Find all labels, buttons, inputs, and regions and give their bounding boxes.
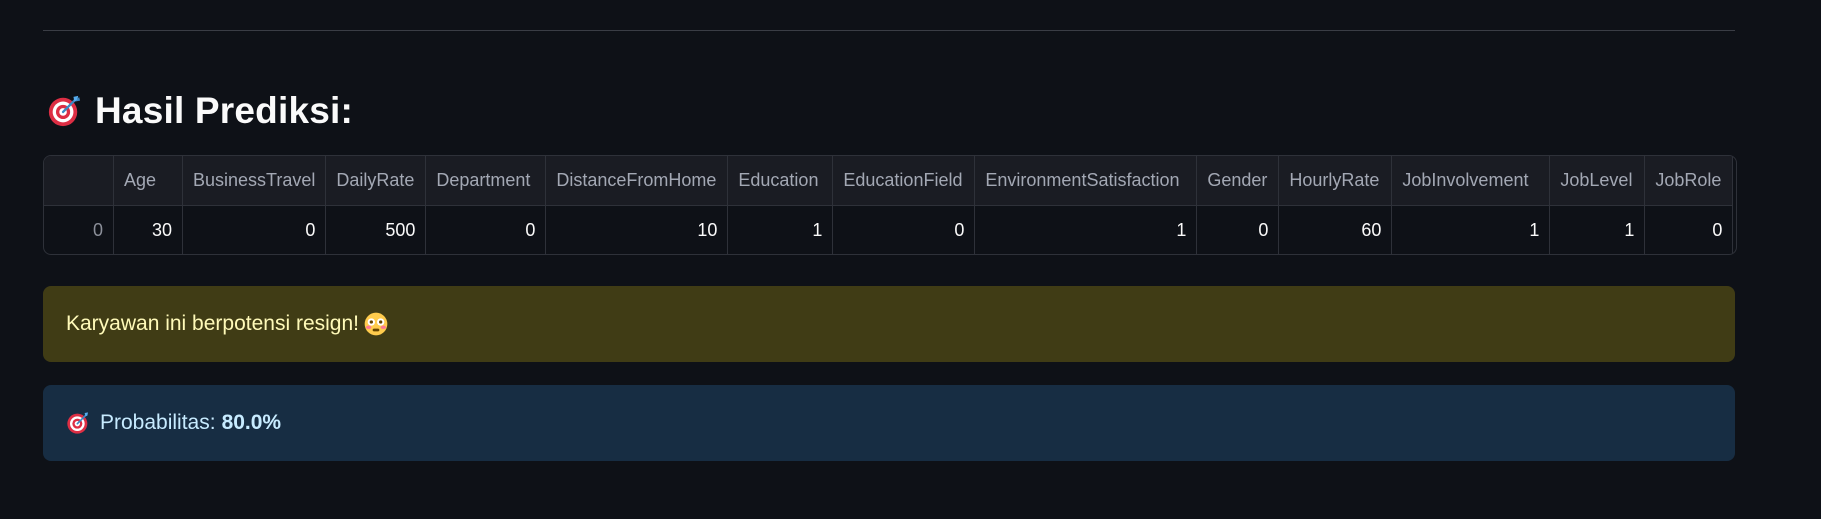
cell-hourlyrate[interactable]: 60 xyxy=(1278,205,1393,254)
cell-environmentsatisfaction[interactable]: 1 xyxy=(974,205,1198,254)
cell-dailyrate[interactable]: 500 xyxy=(325,205,427,254)
target-icon xyxy=(66,411,90,435)
column-header-dailyrate[interactable]: DailyRate xyxy=(325,156,427,206)
column-header-hourlyrate[interactable]: HourlyRate xyxy=(1278,156,1393,206)
cell-age[interactable]: 30 xyxy=(113,205,183,254)
table-row: 0 30 0 500 0 10 1 0 1 0 60 1 1 0 xyxy=(44,205,1734,254)
page-title: Hasil Prediksi: xyxy=(47,88,353,134)
column-header-environmentsatisfaction[interactable]: EnvironmentSatisfaction xyxy=(974,156,1198,206)
table-header-row: Age BusinessTravel DailyRate Department … xyxy=(44,156,1734,206)
column-header-index[interactable] xyxy=(44,156,114,206)
probability-value: 80.0% xyxy=(221,411,282,434)
target-icon xyxy=(47,94,81,128)
cell-gender[interactable]: 0 xyxy=(1196,205,1280,254)
cell-businesstravel[interactable]: 0 xyxy=(182,205,327,254)
page-title-text: Hasil Prediksi: xyxy=(95,90,354,131)
warning-text: Karyawan ini berpotensi resign! xyxy=(66,312,359,335)
column-header-distancefromhome[interactable]: DistanceFromHome xyxy=(545,156,729,206)
dataframe-table[interactable]: Age BusinessTravel DailyRate Department … xyxy=(43,155,1737,255)
cell-distancefromhome[interactable]: 10 xyxy=(545,205,729,254)
column-header-educationfield[interactable]: EducationField xyxy=(832,156,976,206)
cell-jobrole[interactable]: 0 xyxy=(1644,205,1734,254)
app-page: Hasil Prediksi: Age BusinessTravel Daily… xyxy=(0,0,1821,519)
cell-education[interactable]: 1 xyxy=(727,205,834,254)
probability-label: Probabilitas: xyxy=(100,411,216,434)
info-alert: Probabilitas: 80.0% xyxy=(43,385,1735,461)
column-header-jobrole[interactable]: JobRole xyxy=(1644,156,1734,206)
column-header-department[interactable]: Department xyxy=(425,156,547,206)
column-header-jobinvolvement[interactable]: JobInvolvement xyxy=(1391,156,1551,206)
column-header-joblevel[interactable]: JobLevel xyxy=(1549,156,1646,206)
flushed-face-icon xyxy=(364,312,388,336)
cell-department[interactable]: 0 xyxy=(425,205,547,254)
data-table: Age BusinessTravel DailyRate Department … xyxy=(44,156,1734,254)
warning-alert: Karyawan ini berpotensi resign! xyxy=(43,286,1735,362)
divider xyxy=(43,30,1735,31)
column-header-businesstravel[interactable]: BusinessTravel xyxy=(182,156,327,206)
cell-jobinvolvement[interactable]: 1 xyxy=(1391,205,1551,254)
cell-joblevel[interactable]: 1 xyxy=(1549,205,1646,254)
row-index-cell[interactable]: 0 xyxy=(44,205,114,254)
column-header-age[interactable]: Age xyxy=(113,156,183,206)
column-header-gender[interactable]: Gender xyxy=(1196,156,1280,206)
column-header-education[interactable]: Education xyxy=(727,156,834,206)
cell-educationfield[interactable]: 0 xyxy=(832,205,976,254)
